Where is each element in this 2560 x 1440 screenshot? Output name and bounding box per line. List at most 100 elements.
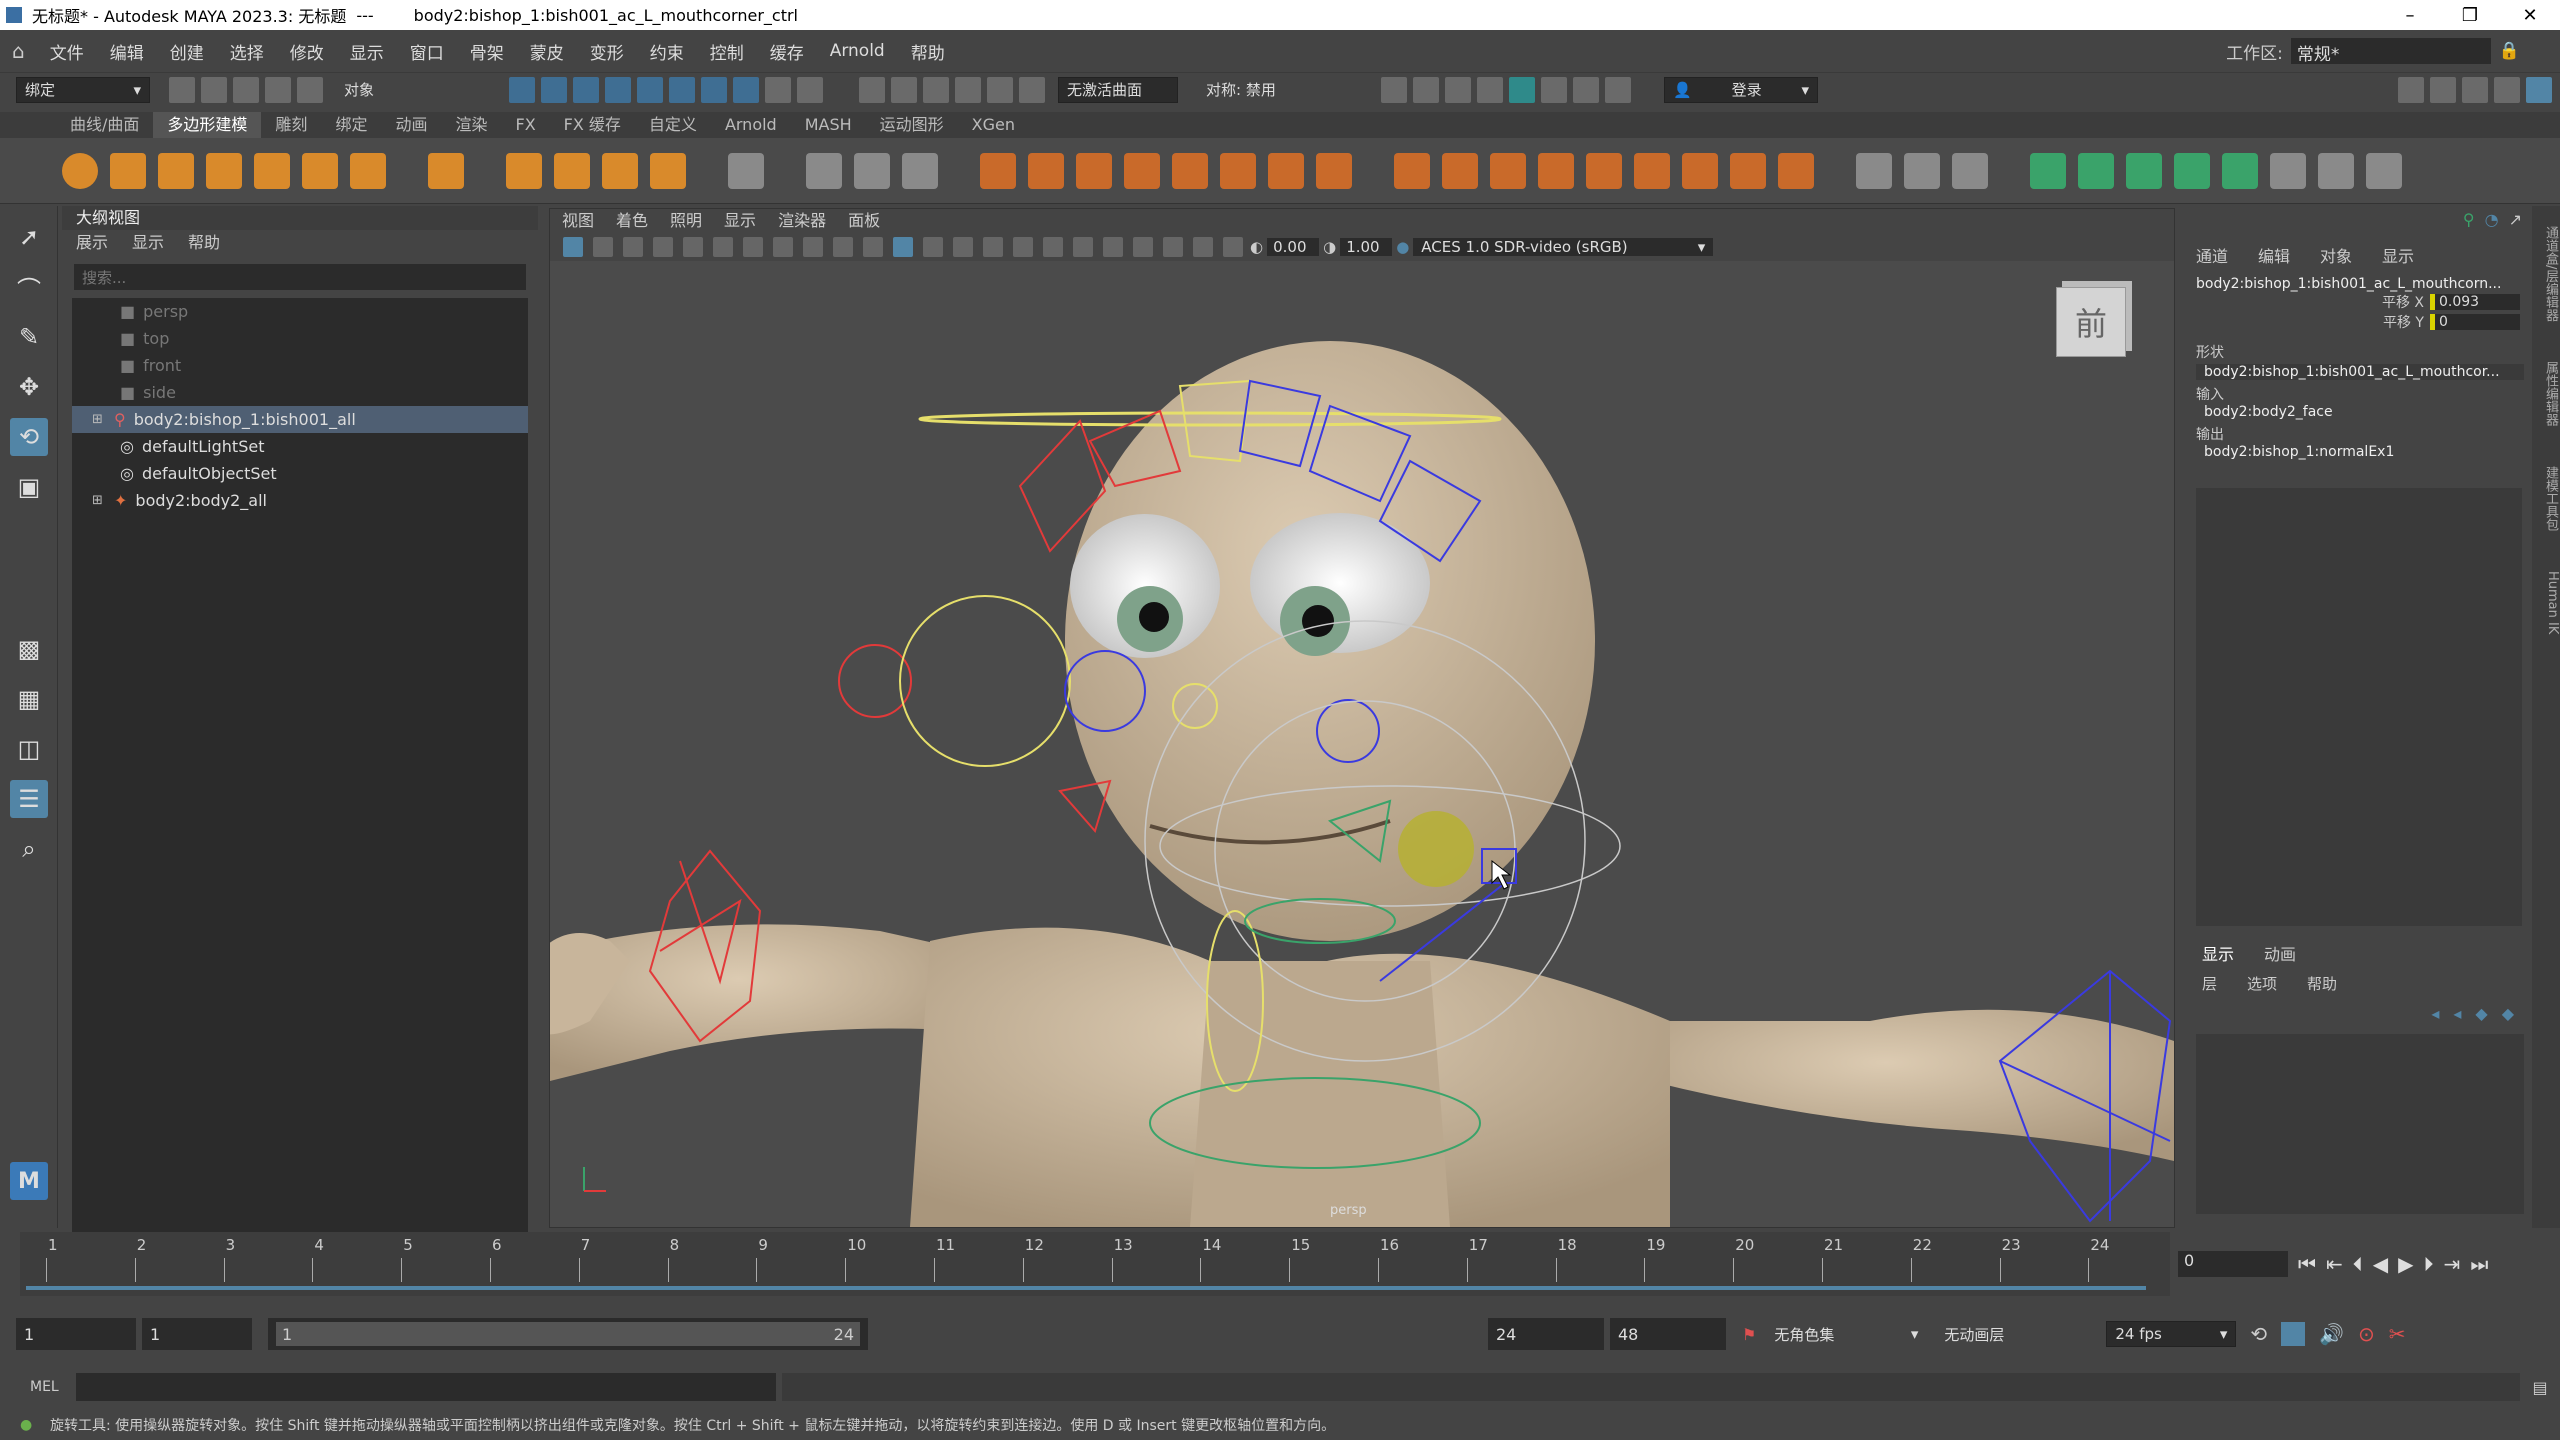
- snap-grid-icon[interactable]: [509, 76, 535, 103]
- audio-icon[interactable]: 🔊: [2319, 1322, 2344, 1346]
- lights-icon[interactable]: [983, 237, 1003, 257]
- step-forward-frame-icon[interactable]: ⏵: [2424, 1252, 2434, 1276]
- outliner-menu-help[interactable]: 帮助: [188, 230, 220, 256]
- channel-box-toggle-icon[interactable]: ⚲: [2463, 210, 2475, 229]
- view-cube[interactable]: 前: [2056, 287, 2126, 357]
- outliner-menu-show[interactable]: 展示: [76, 230, 108, 256]
- menu-constrain[interactable]: 约束: [637, 39, 697, 64]
- move-tool-icon[interactable]: ✥: [10, 368, 48, 406]
- pause-viewport-icon[interactable]: [1605, 76, 1631, 103]
- input-ops-icon[interactable]: [859, 76, 885, 103]
- wireframe-on-shaded-icon[interactable]: [923, 237, 943, 257]
- input-node[interactable]: body2:body2_face: [2190, 404, 2530, 420]
- mirror-icon[interactable]: [1172, 152, 1208, 189]
- current-frame-field[interactable]: 0: [2178, 1251, 2288, 1277]
- new-scene-icon[interactable]: [169, 76, 195, 103]
- shelf-tab-poly-modeling[interactable]: 多边形建模: [153, 112, 262, 138]
- bullet-icon[interactable]: [728, 152, 764, 189]
- magnet-icon[interactable]: [955, 76, 981, 103]
- anti-aliasing-icon[interactable]: [1103, 237, 1123, 257]
- menu-modify[interactable]: 修改: [277, 39, 337, 64]
- workspace-select[interactable]: 常规*: [2290, 38, 2491, 65]
- move-layer-up-icon[interactable]: ◂: [2431, 1004, 2439, 1023]
- playback-start-field[interactable]: 1: [142, 1318, 252, 1350]
- spin-edge-icon[interactable]: [2222, 152, 2258, 189]
- menu-skeleton[interactable]: 骨架: [457, 39, 517, 64]
- snap-view-icon[interactable]: [605, 76, 631, 103]
- poke-icon[interactable]: [1682, 152, 1718, 189]
- redo-icon[interactable]: [297, 76, 323, 103]
- smooth-icon[interactable]: [1076, 152, 1112, 189]
- shelf-tab-curves[interactable]: 曲线/曲面: [56, 112, 153, 138]
- login-select[interactable]: 👤 登录 ▾: [1664, 76, 1818, 103]
- output-ops-icon[interactable]: [891, 76, 917, 103]
- lock-selection-icon[interactable]: [765, 76, 791, 103]
- anim-prefs-icon[interactable]: ✂: [2389, 1322, 2406, 1346]
- menu-cache[interactable]: 缓存: [757, 39, 817, 64]
- two-pane-layout-icon[interactable]: ◫: [10, 730, 48, 768]
- step-back-frame-icon[interactable]: ⏴: [2353, 1252, 2363, 1276]
- target-weld-icon[interactable]: [2174, 152, 2210, 189]
- isolate-select-icon[interactable]: [1163, 237, 1183, 257]
- hypershade-icon[interactable]: [1509, 76, 1535, 103]
- outliner-layout-icon[interactable]: ☰: [10, 780, 48, 818]
- menu-select[interactable]: 选择: [217, 39, 277, 64]
- mouthcorner-ctrl-highlight[interactable]: [1398, 811, 1474, 887]
- neck[interactable]: [1190, 961, 1450, 1227]
- camera-attributes-icon[interactable]: [593, 237, 613, 257]
- rotate-tool-icon[interactable]: ⟲: [10, 418, 48, 456]
- type-tool-icon[interactable]: [602, 152, 638, 189]
- depth-of-field-icon[interactable]: [1133, 237, 1153, 257]
- search-icon[interactable]: ⌕: [10, 830, 48, 868]
- tool-settings-icon[interactable]: [2494, 76, 2520, 103]
- step-back-key-icon[interactable]: ⇤: [2326, 1252, 2343, 1276]
- move-layer-down-icon[interactable]: ◂: [2453, 1004, 2461, 1023]
- smooth-shade-icon[interactable]: [893, 237, 913, 257]
- output-node[interactable]: body2:bishop_1:normalEx1: [2190, 444, 2530, 460]
- shelf-tab-rigging[interactable]: 绑定: [321, 112, 381, 138]
- shelf-tab-motion-graphics[interactable]: 运动图形: [866, 112, 958, 138]
- bevel-icon[interactable]: [1490, 152, 1526, 189]
- time-slider[interactable]: 1 2 3 4 5 6 7 8 9 10 11 12 13 14 15 16 17 18 19 20 21 22 23 24: [20, 1232, 2170, 1296]
- menu-display[interactable]: 显示: [337, 39, 397, 64]
- open-scene-icon[interactable]: [201, 76, 227, 103]
- outliner-item-bish001-all[interactable]: ⊞ ⚲ body2:bishop_1:bish001_all: [72, 406, 528, 433]
- bookmarks-icon[interactable]: [623, 237, 643, 257]
- minimize-button[interactable]: –: [2380, 5, 2440, 26]
- command-input[interactable]: [76, 1373, 776, 1401]
- layer-menu-help[interactable]: 帮助: [2307, 973, 2337, 994]
- paint-select-icon[interactable]: ✎: [10, 318, 48, 356]
- history-icon[interactable]: [797, 76, 823, 103]
- channel-node-name[interactable]: body2:bishop_1:bish001_ac_L_mouthcorn...: [2190, 276, 2530, 292]
- home-icon[interactable]: ⌂: [0, 39, 37, 63]
- extrude-icon[interactable]: [1394, 152, 1430, 189]
- collapse-icon[interactable]: [1778, 152, 1814, 189]
- character-controls-icon[interactable]: [2430, 76, 2456, 103]
- append-icon[interactable]: [1586, 152, 1622, 189]
- play-forward-icon[interactable]: ▶: [2398, 1252, 2413, 1276]
- wireframe-icon[interactable]: [863, 237, 883, 257]
- ipr-render-icon[interactable]: [1445, 76, 1471, 103]
- undo-icon[interactable]: [265, 76, 291, 103]
- select-mode-select[interactable]: 对象: [336, 76, 466, 103]
- channel-menu-edit[interactable]: 编辑: [2258, 243, 2290, 267]
- channel-menu-object[interactable]: 对象: [2320, 243, 2352, 267]
- slide-edge-icon[interactable]: [2078, 152, 2114, 189]
- side-tab-human-ik[interactable]: Human IK: [2532, 571, 2560, 634]
- render-frame-icon[interactable]: [1413, 76, 1439, 103]
- shelf-tab-rendering[interactable]: 渲染: [441, 112, 501, 138]
- anim-start-field[interactable]: 1: [16, 1318, 136, 1350]
- shadows-icon[interactable]: [1013, 237, 1033, 257]
- uv-tool-icon[interactable]: [902, 152, 938, 189]
- construction-history-icon[interactable]: [923, 76, 949, 103]
- shelf-tab-custom[interactable]: 自定义: [635, 112, 711, 138]
- attr-row-translate-y[interactable]: 平移 Y 0: [2190, 312, 2530, 332]
- channel-box-pin-icon[interactable]: ↗: [2509, 210, 2522, 229]
- layer-menu-options[interactable]: 选项: [2247, 973, 2277, 994]
- light-editor-icon[interactable]: [1573, 76, 1599, 103]
- playback-end-field[interactable]: 24: [1488, 1318, 1604, 1350]
- grid-icon[interactable]: [743, 237, 763, 257]
- fps-select[interactable]: 24 fps ▾: [2106, 1321, 2237, 1347]
- snap-point-on-icon[interactable]: [733, 76, 759, 103]
- shelf-tab-xgen[interactable]: XGen: [958, 112, 1029, 138]
